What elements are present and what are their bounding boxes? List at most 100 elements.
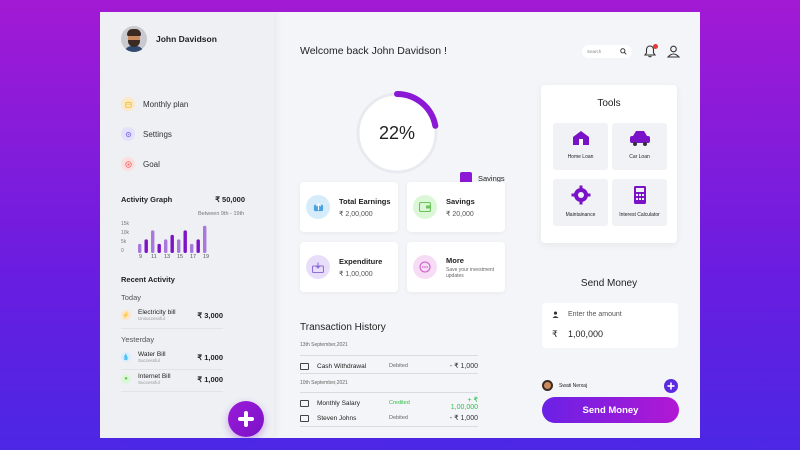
divider <box>300 392 478 393</box>
tool-label: Home Loan <box>567 154 594 160</box>
transaction-status: Credited <box>389 400 410 406</box>
plus-icon <box>238 411 254 427</box>
activity-status: Unsuccessful <box>138 316 165 321</box>
divider <box>300 355 478 356</box>
transaction-name: Steven Johns <box>317 414 357 422</box>
card-title: Expenditure <box>339 256 383 266</box>
recipient-avatar <box>542 380 553 391</box>
tool-maintainance[interactable]: Maintainance <box>553 179 608 226</box>
page-title: Welcome back John Davidson ! <box>300 45 447 57</box>
notification-bell-icon[interactable] <box>643 44 658 59</box>
chart-bar <box>151 230 155 253</box>
car-loan-icon <box>629 131 650 146</box>
card-expenditure[interactable]: Expenditure ₹ 1,00,000 <box>300 242 398 292</box>
transaction-amount: + ₹ 1,00,000 <box>450 396 478 411</box>
activity-amount: ₹ 3,000 <box>197 310 223 320</box>
activity-name: Water Bill <box>138 351 166 358</box>
y-tick-label: 15k <box>121 221 130 227</box>
card-value: Save your investment updates <box>446 266 495 279</box>
more-icon <box>413 255 437 279</box>
wallet-icon <box>300 414 309 422</box>
list-item[interactable]: ● Internet Bill Successful ₹ 1,000 <box>121 373 223 385</box>
inbox-icon <box>306 255 330 279</box>
activity-amount: ₹ 1,000 <box>197 374 223 384</box>
search-input[interactable] <box>587 49 617 54</box>
table-row[interactable]: Monthly Salary Credited + ₹ 1,00,000 <box>300 396 478 411</box>
card-total-earnings[interactable]: Total Earnings ₹ 2,00,000 <box>300 182 398 232</box>
activity-title: Activity Graph <box>121 195 173 204</box>
add-recipient-button[interactable] <box>664 379 678 393</box>
recipient-name: Swati Nerxaj <box>559 382 588 389</box>
card-more[interactable]: More Save your investment updates <box>407 242 505 292</box>
add-button[interactable] <box>228 401 264 437</box>
amount-field[interactable]: Enter the amount ₹ 1,00,000 <box>542 303 678 348</box>
y-tick-label: 5k <box>121 239 127 245</box>
divider <box>121 391 223 392</box>
chart-bar <box>157 243 161 253</box>
tool-label: Maintainance <box>565 212 596 218</box>
person-icon <box>552 311 559 318</box>
transaction-name: Monthly Salary <box>317 399 360 407</box>
divider <box>300 373 478 374</box>
sidebar-item-goal[interactable]: Goal <box>121 156 188 172</box>
recipient[interactable]: Swati Nerxaj <box>542 380 587 391</box>
table-row[interactable]: Steven Johns Debited - ₹ 1,000 <box>300 412 478 424</box>
activity-status: Successful <box>138 358 160 363</box>
amount-hint: Enter the amount <box>568 311 622 318</box>
list-item[interactable]: ⚡ Electricity bill Unsuccessful ₹ 3,000 <box>121 309 223 321</box>
today-label: Today <box>121 293 142 302</box>
tool-label: Interest Calculator <box>619 212 660 218</box>
home-loan-icon <box>572 131 589 145</box>
recent-activity-title: Recent Activity <box>121 275 175 284</box>
card-value: ₹ 20,000 <box>446 210 474 218</box>
upload-icon <box>306 195 330 219</box>
tools-title: Tools <box>597 98 621 109</box>
x-tick-label: 15 <box>177 254 184 260</box>
yesterday-label: Yesterday <box>121 335 155 344</box>
sidebar-item-label: Settings <box>143 129 172 139</box>
send-money-button[interactable]: Send Money <box>542 397 679 423</box>
card-value: ₹ 1,00,000 <box>339 270 373 278</box>
calculator-icon <box>633 186 646 204</box>
activity-name: Internet Bill <box>138 373 171 380</box>
gear-icon <box>571 185 590 205</box>
table-row[interactable]: Cash Withdrawal Debited - ₹ 1,000 <box>300 360 478 372</box>
chart-bar <box>190 243 194 253</box>
plus-icon <box>667 382 675 390</box>
chart-bar <box>203 225 207 253</box>
y-tick-label: 0 <box>121 248 124 254</box>
card-savings[interactable]: Savings ₹ 20,000 <box>407 182 505 232</box>
chart-bar <box>138 243 142 253</box>
transaction-status: Debited <box>389 415 408 421</box>
main-content: Welcome back John Davidson ! 22% Savings… <box>274 12 700 438</box>
tool-interest-calculator[interactable]: Interest Calculator <box>612 179 667 226</box>
sidebar: John Davidson Monthly plan Settings Goal <box>100 12 274 438</box>
chart-bar <box>177 239 181 253</box>
user-icon[interactable] <box>666 45 681 59</box>
transaction-date: 10th September,2021 <box>300 380 348 386</box>
tool-home-loan[interactable]: Home Loan <box>553 123 608 170</box>
sidebar-item-label: Monthly plan <box>143 99 189 109</box>
drop-icon: 💧 <box>121 352 131 362</box>
tool-label: Car Loan <box>629 154 650 160</box>
tool-car-loan[interactable]: Car Loan <box>612 123 667 170</box>
transaction-amount: - ₹ 1,000 <box>449 415 478 422</box>
sidebar-item-settings[interactable]: Settings <box>121 126 188 142</box>
search-icon[interactable] <box>620 48 627 55</box>
profile[interactable]: John Davidson <box>121 26 217 52</box>
activity-amount: ₹ 1,000 <box>197 352 223 362</box>
list-item[interactable]: 💧 Water Bill Successful ₹ 1,000 <box>121 351 223 363</box>
chart-bar <box>170 234 174 253</box>
sidebar-item-monthly-plan[interactable]: Monthly plan <box>121 96 188 112</box>
sidebar-item-label: Goal <box>143 159 160 169</box>
divider <box>300 426 478 427</box>
gear-icon <box>121 127 135 141</box>
search-box[interactable] <box>582 45 632 58</box>
transaction-amount: - ₹ 1,000 <box>449 363 478 370</box>
savings-percent: 22% <box>378 122 416 143</box>
transaction-name: Cash Withdrawal <box>317 362 367 370</box>
app-frame: John Davidson Monthly plan Settings Goal <box>100 12 700 438</box>
chart-bar <box>144 239 148 253</box>
card-title: Total Earnings <box>339 196 391 206</box>
cash-icon <box>300 362 309 370</box>
